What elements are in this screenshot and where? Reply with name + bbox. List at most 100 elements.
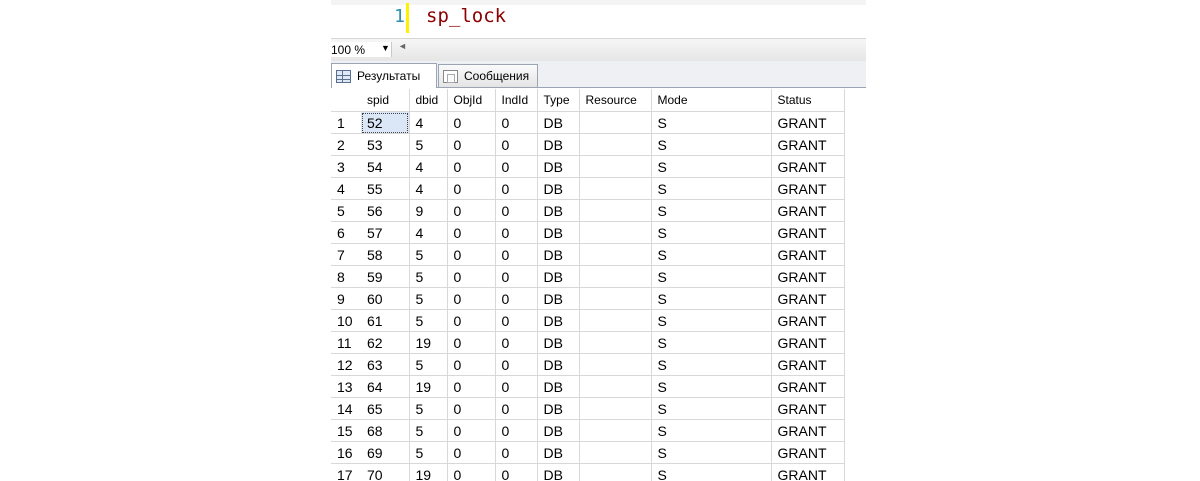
cell-dbid[interactable]: 4 [409,155,448,178]
cell-spid[interactable]: 58 [361,243,410,266]
cell-resource[interactable] [579,155,652,178]
cell-resource[interactable] [579,463,652,481]
cell-resource[interactable] [579,353,652,376]
cell-mode[interactable]: S [651,177,772,200]
cell-type[interactable]: DB [537,331,580,354]
cell-type[interactable]: DB [537,199,580,222]
cell-objid[interactable]: 0 [447,287,496,310]
row-number[interactable]: 13 [331,375,361,398]
cell-indid[interactable]: 0 [495,111,538,134]
cell-objid[interactable]: 0 [447,155,496,178]
cell-mode[interactable]: S [651,265,772,288]
cell-dbid[interactable]: 5 [409,441,448,464]
cell-type[interactable]: DB [537,243,580,266]
cell-type[interactable]: DB [537,419,580,442]
cell-status[interactable]: GRANT [771,265,845,288]
table-row[interactable]: 10 61 5 0 0 DB S GRANT [331,309,845,332]
cell-mode[interactable]: S [651,243,772,266]
cell-dbid[interactable]: 5 [409,353,448,376]
cell-indid[interactable]: 0 [495,133,538,156]
table-row[interactable]: 12 63 5 0 0 DB S GRANT [331,353,845,376]
cell-status[interactable]: GRANT [771,463,845,481]
row-number[interactable]: 12 [331,353,361,376]
cell-resource[interactable] [579,441,652,464]
cell-status[interactable]: GRANT [771,441,845,464]
cell-status[interactable]: GRANT [771,375,845,398]
cell-dbid[interactable]: 5 [409,309,448,332]
row-number[interactable]: 5 [331,199,361,222]
cell-resource[interactable] [579,111,652,134]
table-row[interactable]: 17 70 19 0 0 DB S GRANT [331,463,845,481]
column-header-mode[interactable]: Mode [651,89,772,112]
cell-mode[interactable]: S [651,331,772,354]
cell-type[interactable]: DB [537,265,580,288]
cell-type[interactable]: DB [537,375,580,398]
cell-type[interactable]: DB [537,221,580,244]
cell-mode[interactable]: S [651,419,772,442]
cell-status[interactable]: GRANT [771,397,845,420]
cell-type[interactable]: DB [537,287,580,310]
cell-status[interactable]: GRANT [771,155,845,178]
scroll-left-icon[interactable]: ◄ [398,41,407,51]
tab-results[interactable]: Результаты [331,63,437,88]
cell-mode[interactable]: S [651,375,772,398]
cell-spid[interactable]: 59 [361,265,410,288]
cell-status[interactable]: GRANT [771,419,845,442]
cell-objid[interactable]: 0 [447,133,496,156]
row-number[interactable]: 7 [331,243,361,266]
cell-indid[interactable]: 0 [495,353,538,376]
cell-objid[interactable]: 0 [447,353,496,376]
cell-spid[interactable]: 52 [361,111,410,134]
cell-mode[interactable]: S [651,463,772,481]
cell-spid[interactable]: 53 [361,133,410,156]
row-number[interactable]: 4 [331,177,361,200]
table-row[interactable]: 9 60 5 0 0 DB S GRANT [331,287,845,310]
cell-mode[interactable]: S [651,111,772,134]
cell-objid[interactable]: 0 [447,111,496,134]
table-row[interactable]: 16 69 5 0 0 DB S GRANT [331,441,845,464]
cell-objid[interactable]: 0 [447,419,496,442]
table-row[interactable]: 6 57 4 0 0 DB S GRANT [331,221,845,244]
cell-spid[interactable]: 65 [361,397,410,420]
cell-spid[interactable]: 54 [361,155,410,178]
column-header-type[interactable]: Type [537,89,580,112]
row-number[interactable]: 11 [331,331,361,354]
cell-mode[interactable]: S [651,199,772,222]
cell-indid[interactable]: 0 [495,243,538,266]
cell-mode[interactable]: S [651,441,772,464]
cell-resource[interactable] [579,221,652,244]
cell-indid[interactable]: 0 [495,441,538,464]
row-number[interactable]: 10 [331,309,361,332]
row-number-header[interactable] [331,89,361,112]
chevron-down-icon[interactable]: ▼ [381,43,390,53]
zoom-select[interactable]: 100 % ▼ [331,42,392,57]
cell-spid[interactable]: 68 [361,419,410,442]
cell-type[interactable]: DB [537,177,580,200]
cell-resource[interactable] [579,177,652,200]
cell-mode[interactable]: S [651,287,772,310]
query-editor[interactable]: 1 sp_lock [331,0,866,36]
cell-indid[interactable]: 0 [495,221,538,244]
cell-status[interactable]: GRANT [771,199,845,222]
cell-type[interactable]: DB [537,133,580,156]
row-number[interactable]: 8 [331,265,361,288]
table-row[interactable]: 5 56 9 0 0 DB S GRANT [331,199,845,222]
cell-indid[interactable]: 0 [495,397,538,420]
table-row[interactable]: 4 55 4 0 0 DB S GRANT [331,177,845,200]
cell-spid[interactable]: 60 [361,287,410,310]
cell-dbid[interactable]: 5 [409,265,448,288]
cell-status[interactable]: GRANT [771,177,845,200]
cell-dbid[interactable]: 5 [409,419,448,442]
row-number[interactable]: 17 [331,463,361,481]
row-number[interactable]: 1 [331,111,361,134]
cell-spid[interactable]: 70 [361,463,410,481]
cell-resource[interactable] [579,199,652,222]
cell-resource[interactable] [579,133,652,156]
row-number[interactable]: 6 [331,221,361,244]
cell-mode[interactable]: S [651,155,772,178]
table-row[interactable]: 2 53 5 0 0 DB S GRANT [331,133,845,156]
cell-dbid[interactable]: 19 [409,331,448,354]
cell-indid[interactable]: 0 [495,199,538,222]
cell-indid[interactable]: 0 [495,375,538,398]
cell-type[interactable]: DB [537,441,580,464]
